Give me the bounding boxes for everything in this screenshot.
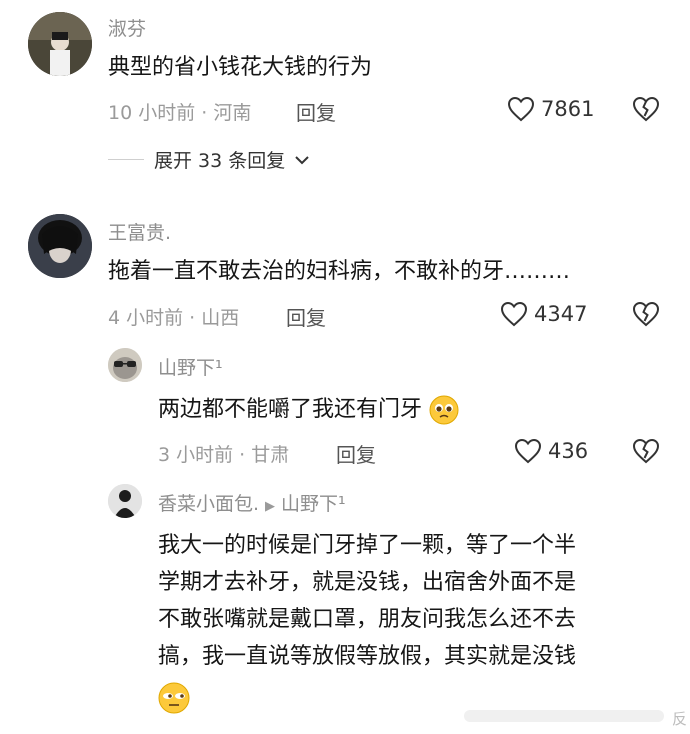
divider	[108, 159, 144, 160]
pleading-face-emoji	[429, 395, 459, 425]
reply-meta: 3 小时前 · 甘肃	[158, 444, 290, 466]
comment-text: 拖着一直不敢去治的妇科病，不敢补的牙………	[108, 259, 571, 284]
like-button[interactable]: 4347	[500, 301, 587, 327]
comment-username[interactable]: 淑芬	[108, 14, 146, 41]
like-button[interactable]: 7861	[507, 96, 594, 122]
reply-text-body: 两边都不能嚼了我还有门牙	[158, 397, 423, 422]
like-button[interactable]: 436	[514, 438, 588, 464]
avatar[interactable]	[28, 12, 92, 76]
reply-text: 两边都不能嚼了我还有门牙	[158, 395, 459, 425]
reply-text-line: 我大一的时候是门牙掉了一颗，等了一个半	[158, 533, 577, 558]
reply-button[interactable]: 回复	[336, 439, 376, 468]
comment-meta: 10 小时前 · 河南	[108, 102, 252, 124]
comment-meta: 4 小时前 · 山西	[108, 307, 240, 329]
expand-replies-label: 展开 33 条回复	[154, 150, 286, 172]
avatar[interactable]	[108, 484, 142, 518]
dislike-button[interactable]	[632, 438, 660, 468]
comment-text: 典型的省小钱花大钱的行为	[108, 55, 373, 80]
avatar[interactable]	[108, 348, 142, 382]
reply-arrow-icon: ▶	[265, 499, 276, 514]
unamused-face-emoji	[158, 682, 190, 714]
reply-button[interactable]: 回复	[286, 302, 326, 331]
chevron-down-icon	[295, 155, 309, 164]
reply-text-line: 搞，我一直说等放假等放假，其实就是没钱	[158, 644, 577, 669]
comment-username[interactable]: 王富贵.	[108, 218, 171, 245]
expand-replies-button[interactable]: 展开 33 条回复	[108, 146, 309, 173]
watermark-text: 反	[672, 710, 688, 728]
like-count: 436	[548, 439, 589, 463]
like-count: 4347	[534, 302, 588, 326]
like-count: 7861	[541, 97, 595, 121]
broken-heart-icon	[632, 438, 660, 464]
reply-text: 我大一的时候是门牙掉了一颗，等了一个半 学期才去补牙，就是没钱，出宿舍外面不是 …	[158, 527, 658, 716]
broken-heart-icon	[632, 96, 660, 122]
reply-username[interactable]: 香菜小面包.	[158, 493, 259, 515]
heart-icon	[500, 301, 528, 327]
reply-username-row: 香菜小面包. ▶ 山野下¹	[158, 489, 346, 516]
reply-button[interactable]: 回复	[296, 97, 336, 126]
heart-icon	[507, 96, 535, 122]
reply-text-line: 学期才去补牙，就是没钱，出宿舍外面不是	[158, 570, 577, 595]
reply-username[interactable]: 山野下¹	[158, 353, 223, 380]
watermark	[464, 706, 674, 730]
heart-icon	[514, 438, 542, 464]
dislike-button[interactable]	[632, 301, 660, 331]
dislike-button[interactable]	[632, 96, 660, 126]
avatar[interactable]	[28, 214, 92, 278]
reply-to-username[interactable]: 山野下¹	[281, 493, 346, 515]
broken-heart-icon	[632, 301, 660, 327]
reply-text-line: 不敢张嘴就是戴口罩，朋友问我怎么还不去	[158, 607, 577, 632]
